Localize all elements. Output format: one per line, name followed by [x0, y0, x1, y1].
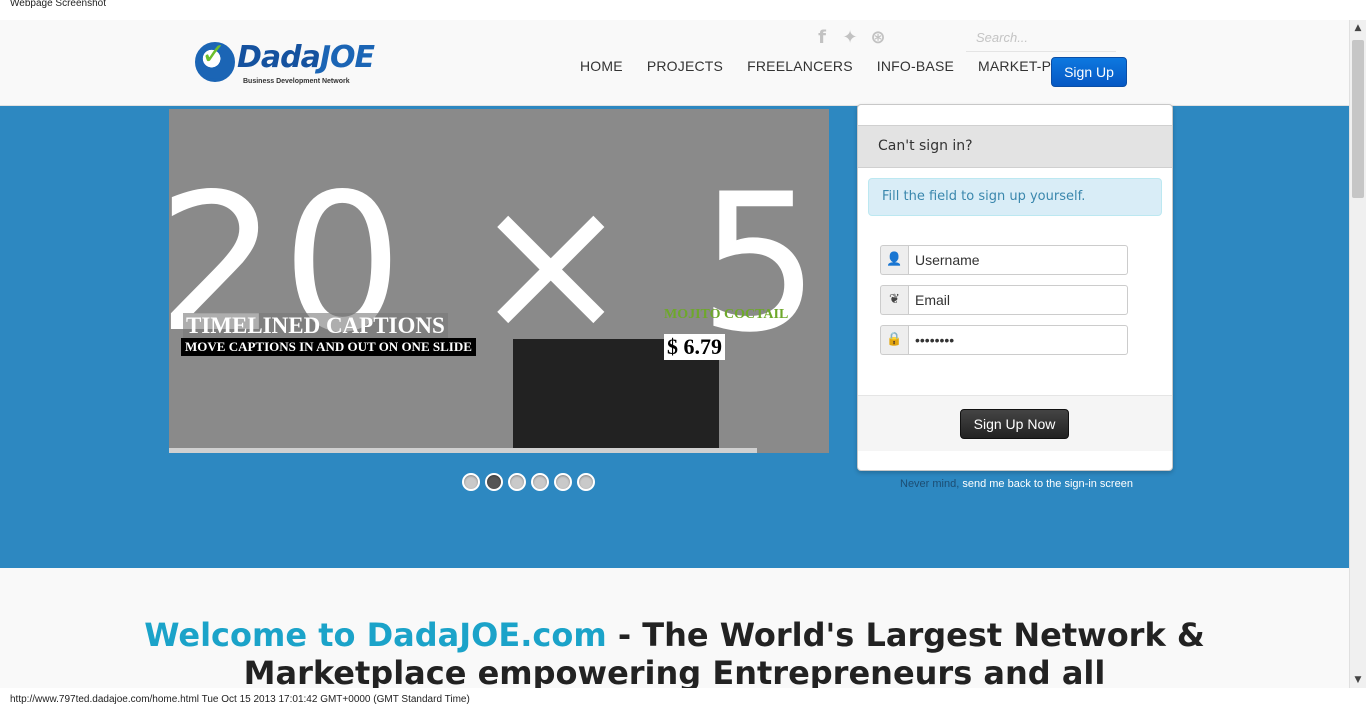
- search-input[interactable]: [966, 24, 1116, 52]
- slider-dot-6[interactable]: [577, 473, 595, 491]
- nav-home[interactable]: HOME: [568, 56, 635, 76]
- username-input[interactable]: [908, 245, 1128, 275]
- vertical-scrollbar[interactable]: ▲ ▼: [1349, 20, 1366, 688]
- slider-dot-1[interactable]: [462, 473, 480, 491]
- status-bar: http://www.797ted.dadajoe.com/home.html …: [0, 688, 1366, 707]
- welcome-rest: - The World's Largest Network &: [606, 616, 1205, 654]
- info-alert: Fill the field to sign up yourself.: [868, 178, 1162, 216]
- nav-freelancers[interactable]: FREELANCERS: [735, 56, 865, 76]
- logo-tagline: Business Development Network: [243, 78, 350, 85]
- site-header: ✓ DadaJOE Business Development Network f…: [0, 20, 1349, 106]
- welcome-accent: Welcome to DadaJOE.com: [144, 616, 607, 654]
- back-to-signin-link[interactable]: send me back to the sign-in screen: [962, 478, 1133, 490]
- slider-dot-2[interactable]: [485, 473, 503, 491]
- twitter-icon[interactable]: ✦: [840, 28, 860, 48]
- page-viewport: ✓ DadaJOE Business Development Network f…: [0, 20, 1349, 688]
- leaf-icon: ❦: [880, 285, 908, 315]
- facebook-icon[interactable]: f: [812, 28, 832, 48]
- user-icon: 👤: [880, 245, 908, 275]
- username-field-group: 👤: [880, 245, 1128, 275]
- main-nav: HOME PROJECTS FREELANCERS INFO-BASE MARK…: [568, 56, 1101, 76]
- nav-info-base[interactable]: INFO-BASE: [865, 56, 966, 76]
- slide-caption-title: TIMELINED CAPTIONS: [183, 313, 448, 339]
- scroll-up-icon[interactable]: ▲: [1350, 20, 1366, 36]
- slider-progress-bar: [169, 448, 757, 453]
- scroll-thumb[interactable]: [1352, 40, 1364, 198]
- header-signup-button[interactable]: Sign Up: [1051, 57, 1127, 87]
- slide-caption-price: $ 6.79: [664, 334, 725, 360]
- checkmark-icon: ✓: [201, 37, 227, 72]
- password-input[interactable]: [908, 325, 1128, 355]
- screenshot-label: Webpage Screenshot: [10, 0, 106, 9]
- welcome-heading: Welcome to DadaJOE.com - The World's Lar…: [0, 616, 1349, 688]
- panel-footer: Sign Up Now: [858, 395, 1172, 451]
- image-slider[interactable]: 20 × 50 TIMELINED CAPTIONS MOVE CAPTIONS…: [169, 109, 829, 453]
- slider-pagination: [462, 473, 595, 491]
- welcome-line-1: Welcome to DadaJOE.com - The World's Lar…: [0, 616, 1349, 654]
- site-logo[interactable]: ✓ DadaJOE Business Development Network: [195, 37, 375, 86]
- nav-projects[interactable]: PROJECTS: [635, 56, 735, 76]
- lock-icon: 🔒: [880, 325, 908, 355]
- email-input[interactable]: [908, 285, 1128, 315]
- welcome-line-2: Marketplace empowering Entrepreneurs and…: [243, 654, 1106, 688]
- scroll-down-icon[interactable]: ▼: [1350, 672, 1366, 688]
- logo-wordmark: DadaJOE: [237, 40, 375, 75]
- panel-heading: Can't sign in?: [858, 125, 1172, 168]
- back-prefix: Never mind,: [900, 478, 960, 490]
- signup-now-button[interactable]: Sign Up Now: [960, 409, 1069, 439]
- back-to-signin-line: Never mind, send me back to the sign-in …: [900, 478, 1133, 490]
- password-field-group: 🔒: [880, 325, 1128, 355]
- email-field-group: ❦: [880, 285, 1128, 315]
- slider-dot-5[interactable]: [554, 473, 572, 491]
- slide-caption-product: MOJITO COCTAIL: [664, 307, 789, 322]
- slider-dot-4[interactable]: [531, 473, 549, 491]
- dribbble-icon[interactable]: ⊛: [868, 28, 888, 48]
- signup-panel: Can't sign in? Fill the field to sign up…: [857, 104, 1173, 471]
- slide-caption-subtitle: MOVE CAPTIONS IN AND OUT ON ONE SLIDE: [181, 338, 476, 356]
- social-links: f ✦ ⊛: [812, 28, 888, 48]
- slider-dot-3[interactable]: [508, 473, 526, 491]
